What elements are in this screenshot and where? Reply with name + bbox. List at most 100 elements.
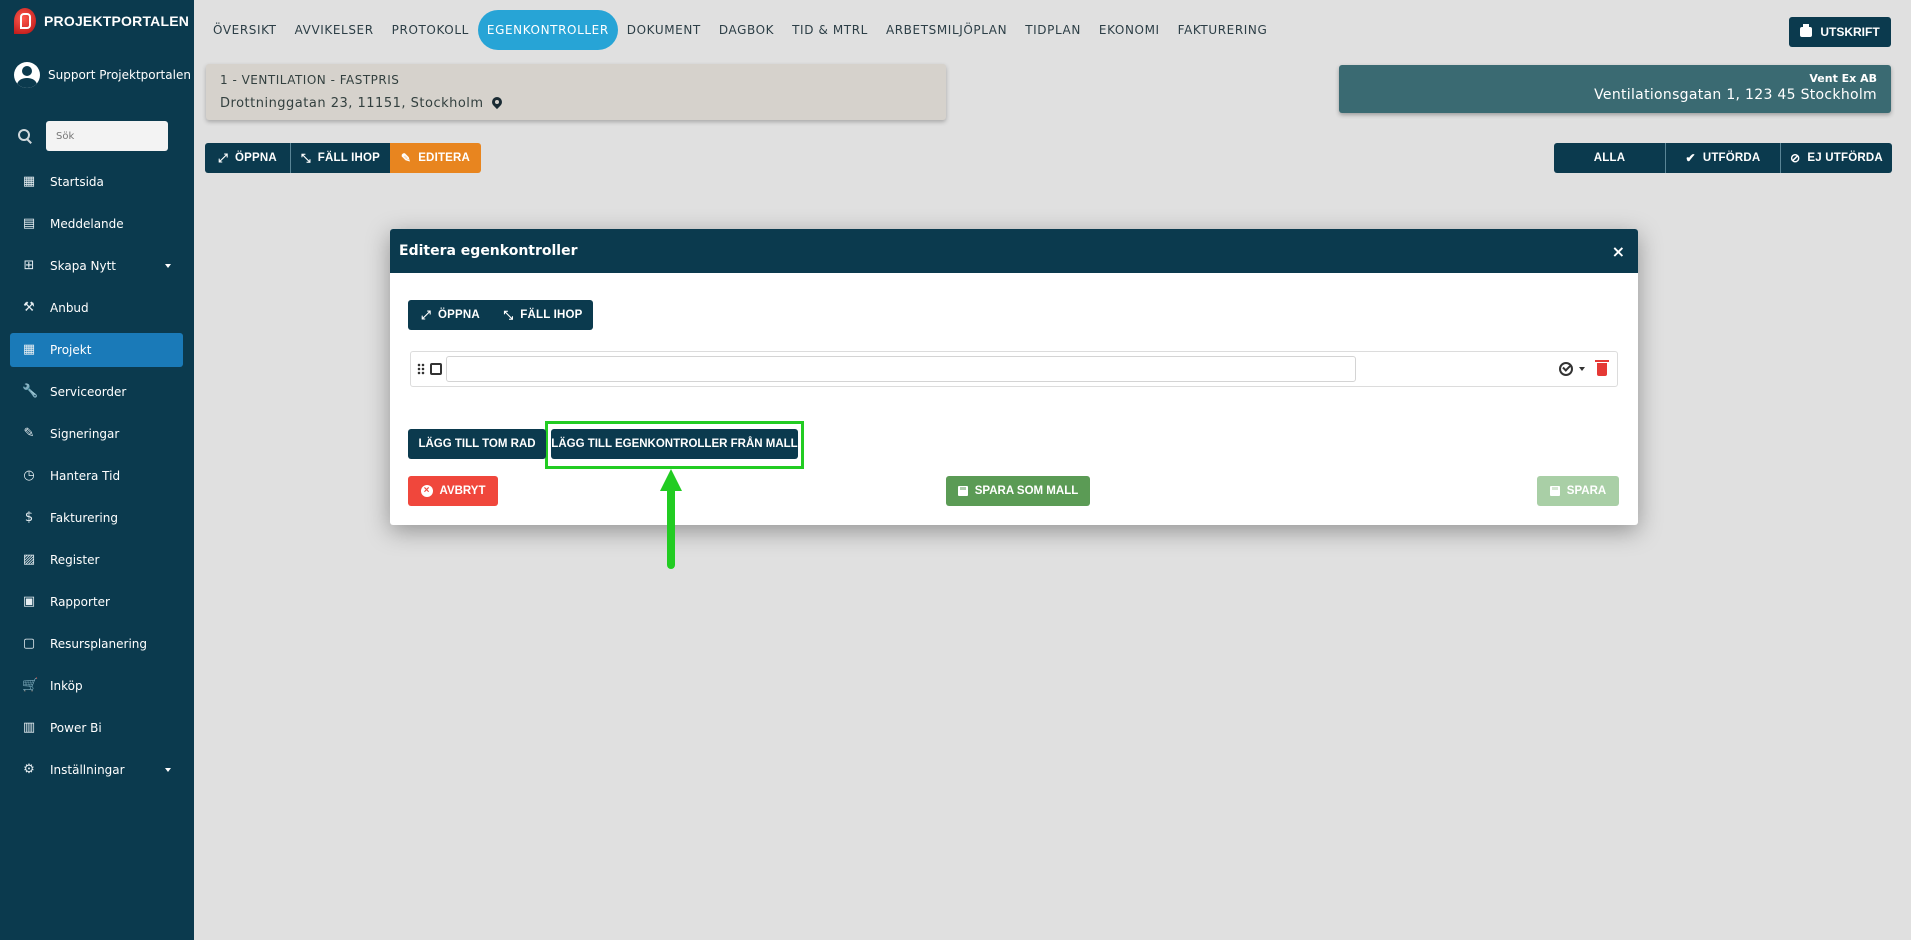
chevron-down-icon	[165, 768, 171, 772]
sidebar-item-label: Rapporter	[50, 595, 110, 609]
filter-done-button[interactable]: ✔ UTFÖRDA	[1665, 143, 1780, 173]
printer-icon	[1800, 24, 1813, 37]
edit-button[interactable]: ✎ EDITERA	[390, 143, 481, 173]
tab-dagbok[interactable]: DAGBOK	[710, 10, 783, 50]
top-nav: ÖVERSIKT AVVIKELSER PROTOKOLL EGENKONTRO…	[204, 10, 1276, 50]
message-icon: ▤	[22, 216, 36, 231]
project-address-text: Drottninggatan 23, 11151, Stockholm	[220, 96, 484, 111]
sidebar-item-anbud[interactable]: ⚒ Anbud	[10, 291, 183, 325]
save-button[interactable]: SPARA	[1537, 476, 1619, 506]
dollar-icon: $	[24, 510, 34, 525]
sidebar-item-meddelande[interactable]: ▤ Meddelande	[10, 207, 183, 241]
modal-open-label: ÖPPNA	[437, 309, 480, 321]
clock-icon: ◷	[23, 468, 35, 483]
chart-icon: ▥	[22, 720, 36, 735]
sidebar-item-label: Startsida	[50, 175, 104, 189]
list-actions: ⤢ ÖPPNA ⤡ FÄLL IHOP ✎ EDITERA	[205, 143, 481, 173]
close-icon[interactable]: ×	[1612, 242, 1625, 261]
tab-ekonomi[interactable]: EKONOMI	[1090, 10, 1169, 50]
collapse-label: FÄLL IHOP	[317, 152, 381, 164]
sidebar-item-skapa-nytt[interactable]: ⊞ Skapa Nytt	[10, 249, 183, 283]
pen-icon: ✎	[23, 426, 35, 441]
modal-open-button[interactable]: ⤢ ÖPPNA	[408, 300, 493, 330]
cancel-button[interactable]: × AVBRYT	[408, 476, 498, 506]
sidebar-item-serviceorder[interactable]: 🔧 Serviceorder	[10, 375, 183, 409]
add-empty-row-button[interactable]: LÄGG TILL TOM RAD	[408, 429, 546, 459]
sidebar-item-signeringar[interactable]: ✎ Signeringar	[10, 417, 183, 451]
chevron-down-icon[interactable]	[1579, 367, 1585, 371]
tab-egenkontroller[interactable]: EGENKONTROLLER	[477, 10, 618, 50]
drag-handle-icon[interactable]	[417, 363, 425, 375]
sidebar-item-label: Inköp	[50, 679, 83, 693]
sidebar-item-register[interactable]: ▨ Register	[10, 543, 183, 577]
tab-dokument[interactable]: DOKUMENT	[618, 10, 710, 50]
edit-modal: Editera egenkontroller × ⤢ ÖPPNA ⤡ FÄLL IH…	[390, 229, 1638, 525]
map-pin-icon[interactable]	[492, 97, 502, 110]
add-from-template-label: LÄGG TILL EGENKONTROLLER FRÅN MALL	[551, 438, 798, 450]
save-as-template-button[interactable]: SPARA SOM MALL	[946, 476, 1090, 506]
company-address: Ventilationsgatan 1, 123 45 Stockholm	[1594, 87, 1877, 103]
sidebar-item-label: Anbud	[50, 301, 89, 315]
company-name: Vent Ex AB	[1809, 72, 1877, 85]
plus-box-icon: ⊞	[23, 258, 35, 273]
search-input[interactable]	[46, 121, 168, 151]
add-from-template-button[interactable]: LÄGG TILL EGENKONTROLLER FRÅN MALL	[551, 429, 798, 459]
user-profile[interactable]: Support Projektportalen	[14, 62, 191, 88]
check-add-icon[interactable]	[1559, 362, 1573, 376]
cancel-icon: ×	[420, 485, 433, 497]
filter-not-done-button[interactable]: ⊘ EJ UTFÖRDA	[1780, 143, 1892, 173]
modal-collapse-button[interactable]: ⤡ FÄLL IHOP	[493, 300, 593, 330]
user-name: Support Projektportalen	[48, 68, 191, 82]
tab-tid-mtrl[interactable]: TID & MTRL	[783, 10, 877, 50]
logo[interactable]: PROJEKTPORTALEN	[14, 8, 189, 34]
sidebar-item-label: Fakturering	[50, 511, 118, 525]
sidebar-item-power-bi[interactable]: ▥ Power Bi	[10, 711, 183, 745]
pencil-icon: ✎	[400, 151, 412, 165]
collapse-all-button[interactable]: ⤡ FÄLL IHOP	[290, 143, 390, 173]
print-button[interactable]: UTSKRIFT	[1789, 17, 1891, 47]
sidebar-item-label: Register	[50, 553, 100, 567]
sidebar-item-startsida[interactable]: ▦ Startsida	[10, 165, 183, 199]
sidebar-item-fakturering[interactable]: $ Fakturering	[10, 501, 183, 535]
sidebar-item-label: Inställningar	[50, 763, 125, 777]
trash-icon[interactable]	[1595, 359, 1609, 376]
filter-all-button[interactable]: ALLA	[1554, 143, 1665, 173]
sidebar-item-hantera-tid[interactable]: ◷ Hantera Tid	[10, 459, 183, 493]
sidebar-item-installningar[interactable]: ⚙ Inställningar	[10, 753, 183, 787]
sidebar-item-inkop[interactable]: 🛒 Inköp	[10, 669, 183, 703]
row-checkbox[interactable]	[430, 363, 442, 375]
tab-avvikelser[interactable]: AVVIKELSER	[286, 10, 383, 50]
company-card: Vent Ex AB Ventilationsgatan 1, 123 45 S…	[1339, 65, 1891, 113]
image-icon: ▨	[22, 552, 36, 567]
project-icon: ▦	[22, 342, 36, 357]
tab-protokoll[interactable]: PROTOKOLL	[383, 10, 478, 50]
modal-collapse-label: FÄLL IHOP	[520, 309, 583, 321]
control-row	[410, 351, 1618, 387]
tab-tidplan[interactable]: TIDPLAN	[1016, 10, 1090, 50]
print-label: UTSKRIFT	[1820, 25, 1880, 39]
sidebar: PROJEKTPORTALEN Support Projektportalen …	[0, 0, 194, 940]
filter-not-done-label: EJ UTFÖRDA	[1807, 152, 1883, 164]
sidebar-item-resursplanering[interactable]: ▢ Resursplanering	[10, 627, 183, 661]
sidebar-item-rapporter[interactable]: ▣ Rapporter	[10, 585, 183, 619]
chevron-down-icon	[165, 264, 171, 268]
row-text-field[interactable]	[446, 356, 1356, 382]
sidebar-item-label: Skapa Nytt	[50, 259, 116, 273]
calendar-blank-icon: ▢	[22, 636, 36, 651]
sidebar-nav: ▦ Startsida ▤ Meddelande ⊞ Skapa Nytt ⚒ Anbu…	[10, 165, 183, 795]
gear-icon: ⚙	[23, 762, 35, 777]
sidebar-item-label: Power Bi	[50, 721, 102, 735]
tab-fakturering[interactable]: FAKTURERING	[1169, 10, 1277, 50]
modal-expand-actions: ⤢ ÖPPNA ⤡ FÄLL IHOP	[408, 300, 593, 330]
save-label: SPARA	[1566, 485, 1607, 497]
open-all-button[interactable]: ⤢ ÖPPNA	[205, 143, 290, 173]
tab-arbetsmiljoplan[interactable]: ARBETSMILJÖPLAN	[877, 10, 1016, 50]
tab-oversikt[interactable]: ÖVERSIKT	[204, 10, 286, 50]
add-empty-row-label: LÄGG TILL TOM RAD	[418, 438, 536, 450]
open-label: ÖPPNA	[234, 152, 277, 164]
project-title: 1 - VENTILATION - FASTPRIS	[220, 73, 400, 87]
brand-name: PROJEKTPORTALEN	[44, 13, 190, 29]
sidebar-item-projekt[interactable]: ▦ Projekt	[10, 333, 183, 367]
sidebar-item-label: Projekt	[50, 343, 92, 357]
sidebar-search	[18, 121, 168, 151]
